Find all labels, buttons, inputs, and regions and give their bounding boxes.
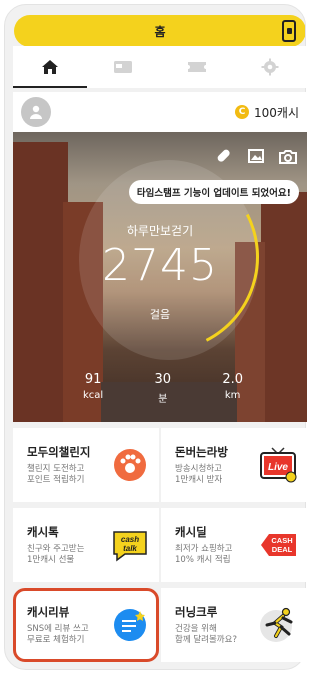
coin-icon: C	[235, 105, 249, 119]
cashdeal-text-1: CASH	[271, 536, 292, 545]
tab-settings[interactable]	[234, 46, 308, 88]
live-text: Live	[268, 462, 288, 473]
stat-calories: 91 kcal	[83, 372, 103, 405]
hero-actions	[215, 148, 297, 164]
live-tv-icon: Live	[260, 447, 297, 483]
update-banner[interactable]: 타임스탬프 기능이 업데이트 되었어요!	[128, 180, 299, 204]
ticket-icon	[187, 62, 206, 72]
stat-distance-unit: km	[224, 390, 241, 401]
stat-calories-unit: kcal	[83, 390, 104, 401]
stat-distance-value: 2.0	[222, 372, 243, 387]
top-bar: 홈	[14, 15, 305, 47]
camera-icon[interactable]	[279, 148, 297, 164]
pill-icon[interactable]	[215, 148, 233, 164]
stat-distance: 2.0 km	[222, 372, 243, 405]
step-unit: 걸음	[149, 308, 171, 321]
stat-minutes: 30 분	[154, 372, 171, 405]
cashtalk-icon: cash talk	[113, 531, 147, 562]
cashtalk-text-2: talk	[123, 544, 137, 553]
page-title: 홈	[154, 24, 166, 39]
wallet-icon	[114, 61, 133, 73]
walk-label: 하루만보걷기	[126, 224, 194, 238]
card-cashtalk[interactable]: 캐시톡 친구와 주고받는 1만캐시 선물 cash talk	[13, 508, 159, 582]
walk-stats: 91 kcal 30 분 2.0 km	[83, 372, 243, 405]
tab-home[interactable]	[13, 46, 87, 88]
runner-icon	[260, 607, 293, 642]
step-hero: 타임스탬프 기능이 업데이트 되었어요! 하루만보걷기 2745 걸음 91 k…	[13, 132, 307, 422]
avatar[interactable]	[21, 97, 51, 127]
step-count: 2745	[102, 240, 218, 291]
tab-ticket[interactable]	[160, 46, 234, 88]
cashdeal-text-2: DEAL	[272, 545, 293, 554]
card-runningcrew[interactable]: 러닝크루 건강을 위해 함께 달려볼까요?	[161, 588, 307, 662]
profile-row: C 100캐시	[13, 92, 307, 132]
tab-bar	[13, 46, 307, 88]
feature-grid: 모두의챌린지 챌린지 도전하고 포인트 적립하기 돈버는라방 방송시청하고 1만…	[13, 428, 307, 662]
stat-minutes-value: 30	[154, 372, 172, 387]
tab-wallet[interactable]	[87, 46, 161, 88]
coin-amount: 100캐시	[254, 105, 299, 120]
card-cashdeal[interactable]: 캐시딜 최저가 쇼핑하고 10% 캐시 적립 CASH DEAL	[161, 508, 307, 582]
phone-lock-icon[interactable]	[282, 20, 296, 42]
cashdeal-tag-icon: CASH DEAL	[261, 534, 296, 556]
paw-badge-icon	[114, 449, 146, 481]
card-challenge[interactable]: 모두의챌린지 챌린지 도전하고 포인트 적립하기	[13, 428, 159, 502]
image-icon[interactable]	[247, 148, 265, 164]
coin-balance[interactable]: C 100캐시	[235, 104, 299, 121]
cashtalk-text-1: cash	[121, 535, 139, 544]
card-live[interactable]: 돈버는라방 방송시청하고 1만캐시 받자 Live	[161, 428, 307, 502]
review-chat-icon	[114, 609, 146, 641]
home-icon	[41, 60, 58, 74]
user-icon	[30, 105, 42, 119]
stat-calories-value: 91	[84, 372, 102, 387]
gear-icon	[261, 58, 279, 76]
stat-minutes-unit: 분	[158, 394, 168, 405]
card-cashreview[interactable]: 캐시리뷰 SNS에 리뷰 쓰고 무료로 체험하기	[13, 588, 159, 662]
